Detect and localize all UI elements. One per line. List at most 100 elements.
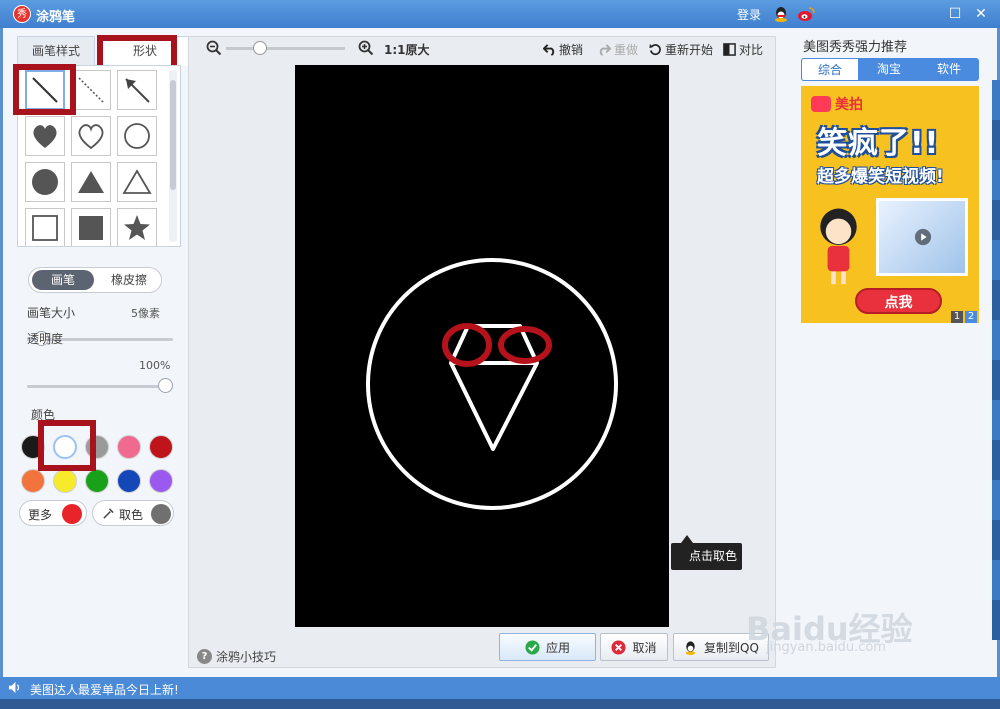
circle-outline-icon: [124, 123, 150, 149]
shape-circle-outline[interactable]: [117, 116, 157, 156]
shape-star-filled[interactable]: [117, 208, 157, 246]
line-icon: [32, 77, 58, 103]
opacity-slider[interactable]: [27, 385, 173, 388]
compare-icon: [723, 43, 736, 56]
ad-subtitle: 超多爆笑短视频!: [817, 167, 944, 187]
cancel-button[interactable]: 取消: [600, 633, 668, 661]
apply-label: 应用: [545, 640, 570, 655]
tab-shape[interactable]: 形状: [99, 36, 191, 66]
current-color-dot: [62, 504, 82, 524]
opacity-value: 100%: [139, 359, 171, 372]
drawn-circle: [366, 258, 618, 510]
restart-icon: [649, 43, 661, 56]
maximize-button[interactable]: ☐: [946, 5, 964, 23]
eyedropper-icon: [103, 508, 114, 519]
cancel-label: 取消: [632, 640, 657, 655]
brush-size-label: 画笔大小: [27, 306, 76, 320]
speaker-icon: [8, 681, 20, 694]
mode-eraser-button[interactable]: 橡皮擦: [99, 270, 159, 290]
shape-scroll-thumb[interactable]: [170, 80, 176, 190]
color-swatch[interactable]: [149, 469, 173, 493]
shape-heart-outline[interactable]: [71, 116, 111, 156]
color-swatch[interactable]: [117, 435, 141, 459]
ad-headline: 笑疯了!!: [817, 126, 940, 161]
cartoon-girl-icon: [820, 208, 857, 285]
star-filled-icon: [124, 215, 150, 240]
watermark-url: jingyan.baidu.com: [766, 640, 886, 655]
shape-triangle-filled[interactable]: [71, 162, 111, 202]
dashed-line-icon: [78, 77, 104, 103]
redo-button[interactable]: 重做: [598, 41, 638, 58]
status-text[interactable]: 美图达人最爱单品今日上新!: [30, 681, 179, 698]
help-icon: ?: [197, 649, 212, 664]
shape-square-outline[interactable]: [25, 208, 65, 246]
compare-button[interactable]: 对比: [723, 41, 763, 58]
circle-filled-icon: [32, 169, 58, 195]
tips-link[interactable]: ? 涂鸦小技巧: [197, 648, 276, 665]
color-swatch[interactable]: [53, 469, 77, 493]
cancel-icon: [611, 639, 627, 655]
color-swatch[interactable]: [21, 469, 45, 493]
promo-tab-taobao[interactable]: 淘宝: [859, 58, 919, 81]
zoom-original-button[interactable]: 1:1原大: [384, 41, 430, 58]
zoom-out-icon[interactable]: [206, 40, 222, 56]
restart-button[interactable]: 重新开始: [649, 41, 713, 58]
color-swatch[interactable]: [21, 435, 45, 459]
tab-brush-style[interactable]: 画笔样式: [17, 36, 95, 66]
zoom-slider[interactable]: [226, 47, 345, 50]
shape-arrow[interactable]: [117, 70, 157, 110]
undo-icon: [543, 44, 555, 56]
color-swatch[interactable]: [85, 469, 109, 493]
zoom-knob[interactable]: [253, 41, 267, 55]
promo-tab-general[interactable]: 综合: [801, 58, 859, 81]
color-swatch[interactable]: [53, 435, 77, 459]
shape-line[interactable]: [25, 70, 65, 110]
opacity-knob[interactable]: [158, 378, 173, 393]
arrow-icon: [125, 78, 150, 103]
square-outline-icon: [32, 215, 58, 241]
mode-brush-button[interactable]: 画笔: [32, 270, 94, 290]
pick-color-button[interactable]: 取色: [92, 500, 174, 526]
mode-toggle: 画笔 橡皮擦: [28, 267, 162, 293]
tooltip-arrow: [681, 535, 693, 543]
compare-label: 对比: [739, 43, 764, 57]
more-colors-button[interactable]: 更多: [19, 500, 87, 526]
redo-label: 重做: [614, 43, 639, 57]
ad-cta-button[interactable]: 点我: [855, 288, 942, 314]
play-icon: [914, 228, 932, 246]
restart-label: 重新开始: [665, 43, 714, 57]
ad-page-2[interactable]: 2: [965, 311, 977, 323]
weibo-icon[interactable]: [797, 5, 815, 23]
color-swatch[interactable]: [117, 469, 141, 493]
shape-heart-filled[interactable]: [25, 116, 65, 156]
login-link[interactable]: 登录: [737, 6, 761, 23]
undo-button[interactable]: 撤销: [543, 41, 583, 58]
redo-icon: [599, 44, 611, 56]
brush-size-value: 5像素: [131, 307, 160, 320]
qq-icon[interactable]: [772, 5, 790, 23]
heart-filled-icon: [33, 125, 57, 148]
check-icon: [525, 639, 540, 655]
drawn-diamond: [449, 324, 539, 451]
close-button[interactable]: ✕: [972, 5, 990, 23]
zoom-in-icon[interactable]: [358, 40, 374, 56]
ad-page-1[interactable]: 1: [951, 311, 963, 323]
shape-triangle-outline[interactable]: [117, 162, 157, 202]
window-title: 涂鸦笔: [36, 10, 76, 25]
promo-tabs: 综合 淘宝 软件: [801, 58, 979, 81]
color-swatch[interactable]: [85, 435, 109, 459]
shape-circle-filled[interactable]: [25, 162, 65, 202]
qq-penguin-icon: [685, 640, 696, 655]
pick-color-label: 取色: [119, 508, 144, 522]
color-swatch[interactable]: [149, 435, 173, 459]
color-label: 颜色: [31, 408, 56, 422]
promo-title: 美图秀秀强力推荐: [803, 40, 908, 55]
shape-dashed-line[interactable]: [71, 70, 111, 110]
drawing-canvas[interactable]: [295, 65, 669, 627]
shape-square-filled[interactable]: [71, 208, 111, 246]
shape-scrollbar[interactable]: [169, 70, 177, 242]
canvas-drawing: [366, 258, 618, 510]
apply-button[interactable]: 应用: [499, 633, 596, 661]
promo-tab-software[interactable]: 软件: [919, 58, 979, 81]
promo-ad[interactable]: 美拍 笑疯了!! 超多爆笑短视频! 点我 1 2: [801, 86, 979, 323]
